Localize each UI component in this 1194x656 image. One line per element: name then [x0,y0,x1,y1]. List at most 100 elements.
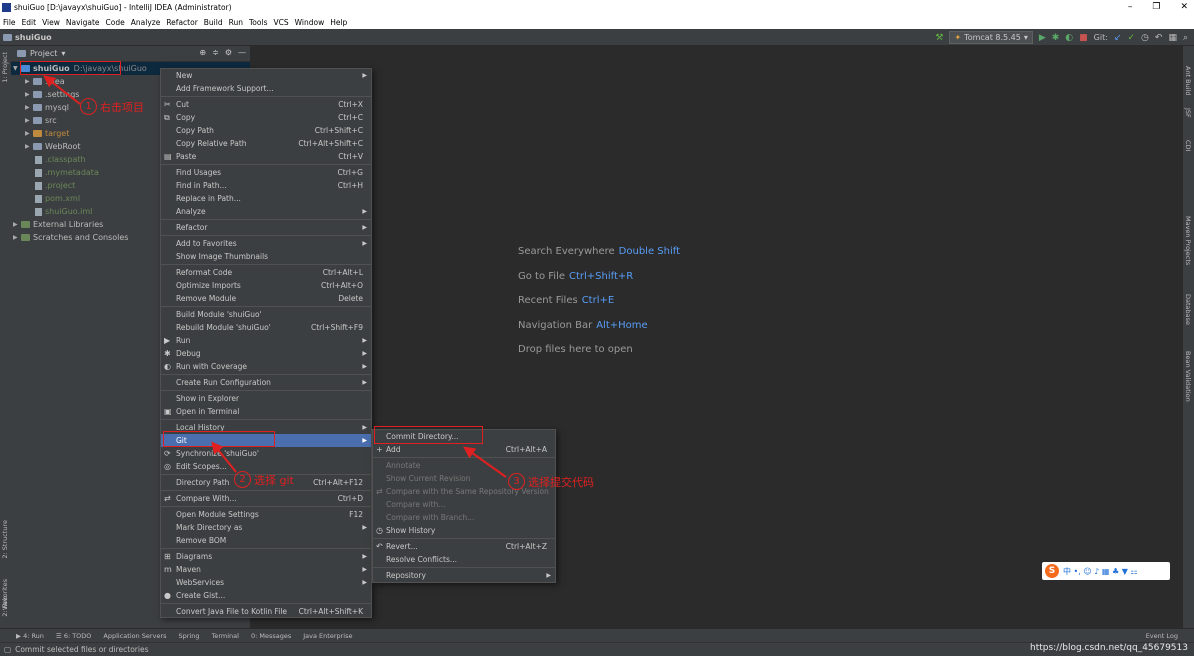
right-tool-maven-projects[interactable]: Maven Projects [1184,216,1192,265]
menu-item-run-with-coverage[interactable]: ◐ Run with Coverage ▶ [161,360,371,373]
git-menu-item-resolve-conflicts[interactable]: Resolve Conflicts... [373,553,555,566]
menu-navigate[interactable]: Navigate [63,18,103,27]
bottom-tool-application-servers[interactable]: Application Servers [103,632,166,640]
git-menu-item-revert[interactable]: ↶ Revert... Ctrl+Alt+Z [373,540,555,553]
expand-arrow-icon[interactable]: ▶ [25,143,33,150]
menu-item-webservices[interactable]: WebServices ▶ [161,576,371,589]
bottom-tool-4-run[interactable]: ▶ 4: Run [16,632,44,640]
expand-arrow-icon[interactable]: ▶ [25,117,33,124]
project-structure-icon[interactable]: ▦ [1168,33,1177,43]
menu-item-create-gist[interactable]: ● Create Gist... [161,589,371,602]
menu-item-debug[interactable]: ✱ Debug ▶ [161,347,371,360]
menu-item-copy-path[interactable]: Copy Path Ctrl+Shift+C [161,124,371,137]
menu-item-show-image-thumbnails[interactable]: Show Image Thumbnails [161,250,371,263]
menu-vcs[interactable]: VCS [270,18,291,27]
menu-item-add-to-favorites[interactable]: Add to Favorites ▶ [161,237,371,250]
menu-item-add-framework-support[interactable]: Add Framework Support... [161,82,371,95]
close-button[interactable]: ✕ [1180,0,1188,15]
build-hammer-icon[interactable]: ⚒ [935,33,943,43]
bottom-tool-6-todo[interactable]: ☰ 6: TODO [56,632,92,640]
structure-tool-button[interactable]: 2: Structure [1,520,9,559]
menu-item-remove-module[interactable]: Remove Module Delete [161,292,371,305]
menu-item-copy-relative-path[interactable]: Copy Relative Path Ctrl+Alt+Shift+C [161,137,371,150]
menu-build[interactable]: Build [201,18,226,27]
menu-item-refactor[interactable]: Refactor ▶ [161,221,371,234]
search-icon[interactable]: ⌕ [1183,33,1188,43]
menu-item-convert-java-file-to-kotlin-file[interactable]: Convert Java File to Kotlin File Ctrl+Alt… [161,605,371,618]
run-icon[interactable]: ▶ [1039,33,1046,43]
menu-analyze[interactable]: Analyze [128,18,164,27]
right-tool-database[interactable]: Database [1184,294,1192,325]
menu-refactor[interactable]: Refactor [163,18,200,27]
menu-item-create-run-configuration[interactable]: Create Run Configuration ▶ [161,376,371,389]
menu-item-cut[interactable]: ✂ Cut Ctrl+X [161,98,371,111]
status-toggle-icon[interactable]: ▢ [4,645,11,654]
expand-arrow-icon[interactable]: ▶ [25,91,33,98]
git-menu-item-show-history[interactable]: ◷ Show History [373,524,555,537]
bottom-tool-java-enterprise[interactable]: Java Enterprise [303,632,352,640]
git-commit-icon[interactable]: ✓ [1127,33,1135,43]
git-revert-icon[interactable]: ↶ [1155,33,1163,43]
coverage-icon[interactable]: ◐ [1065,33,1073,43]
right-tool-cdi[interactable]: CDI [1184,140,1192,151]
git-menu-item-compare-with[interactable]: Compare with... [373,498,555,511]
menu-item-compare-with[interactable]: ⇄ Compare With... Ctrl+D [161,492,371,505]
expand-arrow-icon[interactable]: ▶ [13,221,21,228]
ime-toolbar[interactable]: S 中 •, ☺ ♪ ▦ ♣ ▼ ⚏ [1042,562,1170,580]
menu-item-find-usages[interactable]: Find Usages Ctrl+G [161,166,371,179]
git-menu-item-annotate[interactable]: Annotate [373,459,555,472]
bottom-tool-terminal[interactable]: Terminal [212,632,239,640]
menu-item-diagrams[interactable]: ⊞ Diagrams ▶ [161,550,371,563]
menu-item-rebuild-module-shuiguo[interactable]: Rebuild Module 'shuiGuo' Ctrl+Shift+F9 [161,321,371,334]
menu-edit[interactable]: Edit [19,18,40,27]
right-tool-jsf[interactable]: JSF [1184,108,1192,118]
menu-item-run[interactable]: ▶ Run ▶ [161,334,371,347]
expand-arrow-icon[interactable]: ▶ [25,130,33,137]
menu-item-maven[interactable]: m Maven ▶ [161,563,371,576]
event-log-button[interactable]: Event Log [1146,632,1178,640]
menu-item-new[interactable]: New ▶ [161,69,371,82]
menu-item-copy[interactable]: ⧉ Copy Ctrl+C [161,111,371,124]
debug-icon[interactable]: ✱ [1052,33,1060,43]
stop-icon[interactable]: ■ [1079,33,1088,43]
git-menu-item-add[interactable]: + Add Ctrl+Alt+A [373,443,555,456]
expand-arrow-icon[interactable]: ▶ [25,104,33,111]
bottom-tool-0-messages[interactable]: 0: Messages [251,632,291,640]
bottom-tool-spring[interactable]: Spring [179,632,200,640]
menu-item-mark-directory-as[interactable]: Mark Directory as ▶ [161,521,371,534]
right-tool-ant-build[interactable]: Ant Build [1184,66,1192,96]
menu-code[interactable]: Code [103,18,128,27]
maximize-button[interactable]: ❐ [1152,0,1160,15]
git-menu-item-repository[interactable]: Repository ▶ [373,569,555,582]
minimize-button[interactable]: – [1128,0,1133,15]
expand-arrow-icon[interactable]: ▶ [25,78,33,85]
menu-item-optimize-imports[interactable]: Optimize Imports Ctrl+Alt+O [161,279,371,292]
menu-item-paste[interactable]: ▤ Paste Ctrl+V [161,150,371,163]
menu-item-synchronize-shuiguo[interactable]: ⟳ Synchronize 'shuiGuo' [161,447,371,460]
menu-tools[interactable]: Tools [246,18,270,27]
menu-item-build-module-shuiguo[interactable]: Build Module 'shuiGuo' [161,308,371,321]
git-menu-item-compare-with-branch[interactable]: Compare with Branch... [373,511,555,524]
breadcrumb[interactable]: shuiGuo [0,33,52,42]
menu-help[interactable]: Help [327,18,350,27]
menu-item-replace-in-path[interactable]: Replace in Path... [161,192,371,205]
menu-file[interactable]: File [0,18,19,27]
hide-panel-icon[interactable]: — [238,48,246,57]
scroll-from-source-icon[interactable]: ⊕ [199,48,206,57]
git-history-icon[interactable]: ◷ [1141,33,1149,43]
git-update-icon[interactable]: ↙ [1114,33,1122,43]
menu-item-find-in-path[interactable]: Find in Path... Ctrl+H [161,179,371,192]
right-tool-bean-validation[interactable]: Bean Validation [1184,351,1192,402]
menu-run[interactable]: Run [226,18,246,27]
menu-view[interactable]: View [39,18,63,27]
menu-item-reformat-code[interactable]: Reformat Code Ctrl+Alt+L [161,266,371,279]
menu-item-analyze[interactable]: Analyze ▶ [161,205,371,218]
gear-icon[interactable]: ⚙ [225,48,232,57]
project-panel-title[interactable]: Project [30,49,57,58]
collapse-all-icon[interactable]: ≑ [212,48,219,57]
chevron-down-icon[interactable]: ▾ [61,49,65,58]
expand-arrow-icon[interactable]: ▶ [13,234,21,241]
menu-item-open-module-settings[interactable]: Open Module Settings F12 [161,508,371,521]
run-configuration-select[interactable]: ✦ Tomcat 8.5.45 ▾ [949,31,1033,44]
project-tool-button[interactable]: 1: Project [1,52,9,83]
